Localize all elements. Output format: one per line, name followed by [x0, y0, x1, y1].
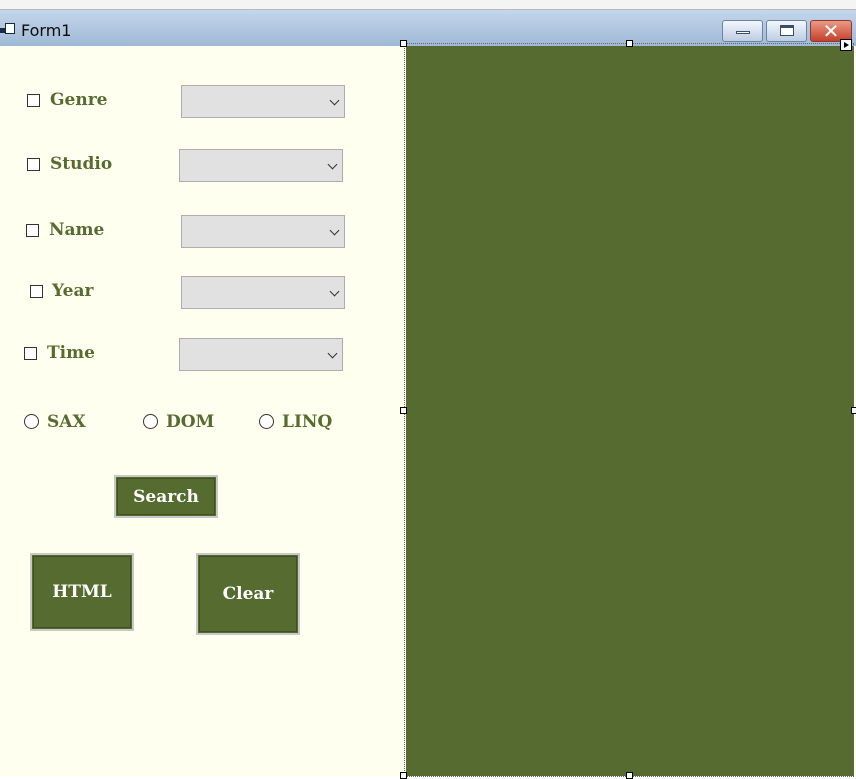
year-label: Year	[52, 281, 94, 301]
clear-button[interactable]: Clear	[196, 553, 300, 635]
genre-combo[interactable]	[181, 85, 345, 118]
studio-combo[interactable]	[179, 149, 343, 182]
selection-border	[404, 43, 854, 777]
dom-label: DOM	[166, 412, 215, 432]
name-label: Name	[49, 220, 105, 240]
time-combo[interactable]	[179, 338, 343, 371]
genre-checkbox[interactable]	[27, 94, 40, 107]
maximize-button[interactable]	[766, 20, 807, 42]
clear-button-label: Clear	[222, 584, 274, 604]
studio-checkbox[interactable]	[27, 158, 40, 171]
chevron-down-icon	[329, 225, 340, 236]
chevron-down-icon	[329, 95, 340, 106]
dom-radio[interactable]	[143, 414, 158, 429]
top-border	[0, 0, 856, 10]
resize-handle-left[interactable]	[400, 407, 407, 414]
form-client-area: Genre Studio Name Year Time SAX DOM LINQ…	[0, 39, 856, 779]
linq-label: LINQ	[282, 412, 333, 432]
minimize-button[interactable]	[722, 20, 763, 42]
resize-handle-top-left[interactable]	[400, 40, 407, 47]
window-title: Form1	[21, 21, 72, 40]
chevron-down-icon	[327, 348, 338, 359]
app-icon[interactable]	[0, 22, 15, 36]
year-combo[interactable]	[181, 276, 345, 309]
linq-radio[interactable]	[259, 414, 274, 429]
search-button[interactable]: Search	[114, 475, 218, 518]
genre-label: Genre	[50, 90, 108, 110]
year-checkbox[interactable]	[30, 285, 43, 298]
chevron-down-icon	[327, 159, 338, 170]
maximize-icon	[780, 25, 794, 36]
name-combo[interactable]	[181, 215, 345, 248]
smart-tag-arrow-icon[interactable]	[840, 39, 852, 51]
sax-label: SAX	[47, 412, 86, 432]
html-button-label: HTML	[52, 582, 112, 602]
time-checkbox[interactable]	[24, 347, 37, 360]
chevron-down-icon	[329, 286, 340, 297]
html-button[interactable]: HTML	[30, 553, 134, 631]
sax-radio[interactable]	[24, 414, 39, 429]
resize-handle-right[interactable]	[851, 407, 856, 414]
studio-label: Studio	[50, 154, 113, 174]
minimize-icon	[736, 31, 750, 34]
search-button-label: Search	[133, 486, 199, 507]
time-label: Time	[47, 343, 95, 363]
resize-handle-top[interactable]	[626, 40, 633, 47]
name-checkbox[interactable]	[26, 224, 39, 237]
